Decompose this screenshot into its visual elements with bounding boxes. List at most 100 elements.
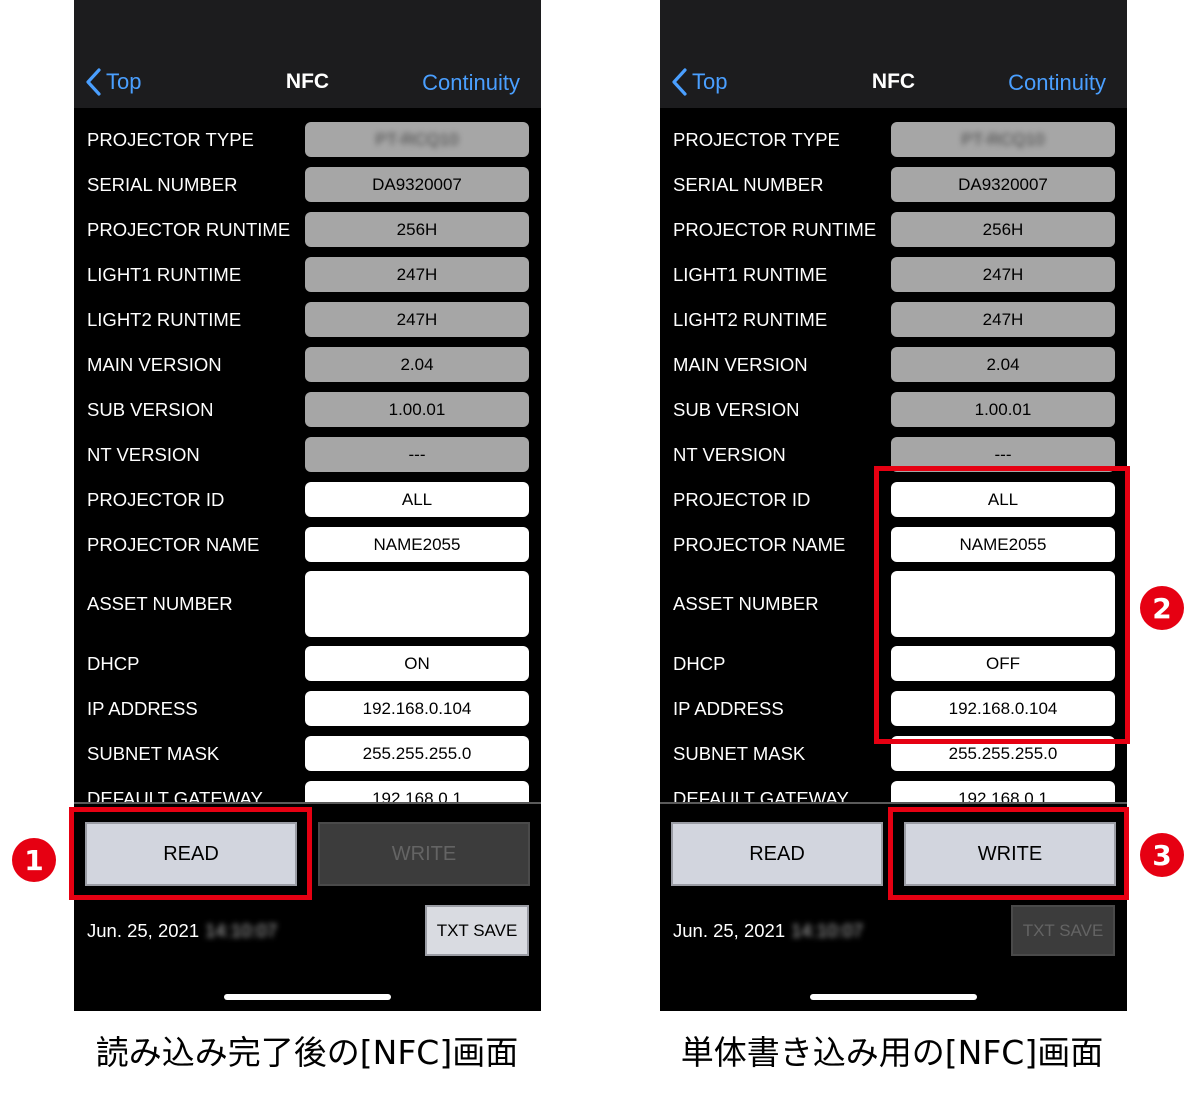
editable-value-field[interactable] (305, 571, 529, 637)
readonly-value-field: 1.00.01 (891, 392, 1115, 427)
field-label: LIGHT2 RUNTIME (87, 309, 242, 330)
navigation-bar: Top NFC Continuity (660, 0, 1127, 108)
form-row: PROJECTOR NAME NAME2055 (74, 527, 541, 562)
field-value: ON (404, 653, 430, 673)
form-row: PROJECTOR RUNTIME 256H (660, 212, 1127, 247)
field-label: SERIAL NUMBER (87, 174, 238, 195)
editable-value-field[interactable]: ALL (305, 482, 529, 517)
field-value: 247H (396, 264, 438, 284)
field-value: NAME2055 (373, 534, 461, 554)
readonly-value-field: PT-RCQ10 (891, 122, 1115, 157)
editable-value-field[interactable]: ON (305, 646, 529, 681)
continuity-button[interactable]: Continuity (1008, 70, 1106, 96)
editable-value-field[interactable]: 255.255.255.0 (305, 736, 529, 771)
home-indicator[interactable] (810, 994, 977, 1000)
form-row: DEFAULT GATEWAY 192.168.0.1 (74, 781, 541, 802)
field-label: SUB VERSION (673, 399, 800, 420)
step-badge-2: 2 (1140, 586, 1184, 630)
form-row: NT VERSION --- (74, 437, 541, 472)
field-label: LIGHT2 RUNTIME (673, 309, 828, 330)
field-label: LIGHT1 RUNTIME (673, 264, 828, 285)
form-row: SERIAL NUMBER DA9320007 (74, 167, 541, 202)
field-label: DEFAULT GATEWAY (673, 788, 849, 802)
form-row: LIGHT2 RUNTIME 247H (74, 302, 541, 337)
field-value: ALL (401, 489, 433, 509)
field-label: ASSET NUMBER (673, 593, 819, 614)
field-value: PT-RCQ10 (375, 129, 459, 149)
read-button[interactable]: READ (671, 822, 883, 886)
field-label: PROJECTOR NAME (673, 534, 846, 555)
time-text-blurred: 14:10:07 (791, 920, 864, 941)
editable-value-field[interactable]: NAME2055 (305, 527, 529, 562)
readonly-value-field: 1.00.01 (305, 392, 529, 427)
form-row: SUBNET MASK 255.255.255.0 (74, 736, 541, 771)
field-value: 1.00.01 (388, 399, 446, 419)
date-text: Jun. 25, 2021 (87, 920, 200, 941)
date-text: Jun. 25, 2021 (673, 920, 786, 941)
readonly-value-field: 247H (305, 302, 529, 337)
divider (74, 802, 541, 804)
readonly-value-field: --- (305, 437, 529, 472)
field-label: MAIN VERSION (87, 354, 222, 375)
editable-value-field[interactable]: 192.168.0.1 (305, 781, 529, 802)
field-label: MAIN VERSION (673, 354, 808, 375)
field-value: PT-RCQ10 (961, 129, 1045, 149)
field-label: LIGHT1 RUNTIME (87, 264, 242, 285)
field-value: 255.255.255.0 (362, 743, 472, 763)
field-label: ASSET NUMBER (87, 593, 233, 614)
field-label: SUBNET MASK (87, 743, 220, 764)
field-label: PROJECTOR NAME (87, 534, 260, 555)
write-button[interactable]: WRITE (318, 822, 530, 886)
field-label: IP ADDRESS (673, 698, 784, 719)
field-value: 256H (982, 219, 1024, 239)
field-value: 256H (396, 219, 438, 239)
readonly-value-field: 247H (891, 302, 1115, 337)
readonly-value-field: 2.04 (305, 347, 529, 382)
txt-save-button[interactable]: TXT SAVE (1011, 905, 1115, 956)
field-label: IP ADDRESS (87, 698, 198, 719)
field-value: 192.168.0.1 (958, 788, 1048, 803)
field-value: 247H (396, 309, 438, 329)
field-label: PROJECTOR ID (87, 489, 225, 510)
home-indicator[interactable] (224, 994, 391, 1000)
field-label: SUB VERSION (87, 399, 214, 420)
divider (660, 802, 1127, 804)
field-label: SERIAL NUMBER (673, 174, 824, 195)
form-row: SUB VERSION 1.00.01 (660, 392, 1127, 427)
txt-save-button[interactable]: TXT SAVE (425, 905, 529, 956)
field-label: PROJECTOR TYPE (673, 129, 840, 150)
readonly-value-field: 247H (305, 257, 529, 292)
form-row: LIGHT2 RUNTIME 247H (660, 302, 1127, 337)
form-row: MAIN VERSION 2.04 (660, 347, 1127, 382)
field-value: --- (408, 444, 426, 464)
editable-value-field[interactable]: 192.168.0.104 (305, 691, 529, 726)
form-row: PROJECTOR TYPE PT-RCQ10 (74, 122, 541, 157)
editable-value-field[interactable]: 192.168.0.1 (891, 781, 1115, 802)
readonly-value-field: 256H (305, 212, 529, 247)
field-label: PROJECTOR RUNTIME (87, 219, 291, 240)
step-badge-3: 3 (1140, 833, 1184, 877)
form-row: SERIAL NUMBER DA9320007 (660, 167, 1127, 202)
field-value: 1.00.01 (974, 399, 1032, 419)
highlight-read-button (69, 807, 312, 900)
time-text-blurred: 14:10:07 (205, 920, 278, 941)
form-row: LIGHT1 RUNTIME 247H (74, 257, 541, 292)
caption-left: 読み込み完了後の[NFC]画面 (95, 1033, 519, 1072)
field-label: NT VERSION (87, 444, 200, 465)
form-row: PROJECTOR TYPE PT-RCQ10 (660, 122, 1127, 157)
field-value: --- (994, 444, 1012, 464)
form-row: DEFAULT GATEWAY 192.168.0.1 (660, 781, 1127, 802)
field-value: DA9320007 (372, 174, 462, 194)
readonly-value-field: 247H (891, 257, 1115, 292)
form-row: MAIN VERSION 2.04 (74, 347, 541, 382)
readonly-value-field: DA9320007 (891, 167, 1115, 202)
continuity-button[interactable]: Continuity (422, 70, 520, 96)
projector-info-form[interactable]: PROJECTOR TYPE PT-RCQ10 SERIAL NUMBER DA932… (74, 108, 541, 802)
field-label: NT VERSION (673, 444, 786, 465)
form-row: LIGHT1 RUNTIME 247H (660, 257, 1127, 292)
field-label: PROJECTOR TYPE (87, 129, 254, 150)
readonly-value-field: PT-RCQ10 (305, 122, 529, 157)
field-value: 192.168.0.1 (372, 788, 462, 803)
form-row: DHCP ON (74, 646, 541, 681)
highlight-write-button (888, 807, 1129, 900)
